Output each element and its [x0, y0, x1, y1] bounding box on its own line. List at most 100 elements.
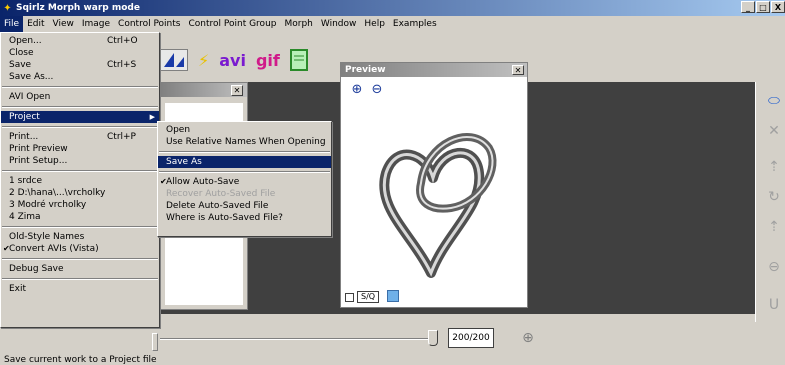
- move-point-tool-icon[interactable]: ⇡: [765, 218, 783, 236]
- menu-item-recent-4-label: 4 Zima: [9, 212, 41, 222]
- minus-tool-icon[interactable]: ⊖: [765, 258, 783, 276]
- submenu-item-open[interactable]: Open: [158, 124, 331, 136]
- submenu-item-allow-auto-save-label: Allow Auto-Save: [166, 177, 240, 187]
- preview-close-button[interactable]: ✕: [512, 65, 524, 75]
- menu-item-save-as-label: Save As...: [9, 72, 54, 82]
- menu-item-recent-2-label: 2 D:\hana\...\vrcholky: [9, 188, 106, 198]
- sparkle-icon[interactable]: ⚡: [198, 48, 209, 72]
- status-bar: Save current work to a Project file: [4, 355, 157, 365]
- menu-item-recent-3-label: 3 Modré vrcholky: [9, 200, 87, 210]
- zoom-out-icon[interactable]: ⊖: [369, 81, 385, 97]
- menu-item-avi-open-label: AVI Open: [9, 92, 51, 102]
- menu-item-print-setup[interactable]: Print Setup...: [1, 155, 159, 167]
- maximize-button[interactable]: □: [756, 1, 770, 13]
- menu-window[interactable]: Window: [317, 16, 361, 32]
- submenu-item-allow-auto-save[interactable]: ✔ Allow Auto-Save: [158, 176, 331, 188]
- menu-separator: [159, 171, 330, 173]
- menu-item-project[interactable]: Project ▶: [1, 111, 159, 123]
- menu-item-avi-open[interactable]: AVI Open: [1, 91, 159, 103]
- close-button[interactable]: X: [771, 1, 785, 13]
- app-icon: ✦: [3, 2, 12, 14]
- menu-separator: [2, 278, 158, 280]
- menu-item-save[interactable]: Save Ctrl+S: [1, 59, 159, 71]
- document-svg: [289, 49, 308, 71]
- menu-item-project-label: Project: [9, 112, 40, 122]
- menu-item-save-label: Save: [9, 60, 32, 70]
- menu-image[interactable]: Image: [78, 16, 114, 32]
- warp-triangle-icon[interactable]: [160, 48, 188, 72]
- submenu-item-where[interactable]: Where is Auto-Saved File?: [158, 212, 331, 224]
- menu-item-print-setup-label: Print Setup...: [9, 156, 68, 166]
- checkmark-icon: ✔: [3, 244, 10, 253]
- sq-toggle[interactable]: S/Q: [345, 291, 380, 303]
- sq-checkbox[interactable]: [345, 292, 354, 302]
- menu-separator: [2, 226, 158, 228]
- menu-view[interactable]: View: [49, 16, 78, 32]
- menu-item-recent-1[interactable]: 1 srdce: [1, 175, 159, 187]
- menu-item-old-style-names-label: Old-Style Names: [9, 232, 85, 242]
- heart-image: [379, 133, 497, 278]
- menu-item-debug-save[interactable]: Debug Save: [1, 263, 159, 275]
- frame-slider-track[interactable]: [160, 338, 438, 340]
- menu-control-point-group[interactable]: Control Point Group: [184, 16, 280, 32]
- right-tool-panel: ⬭ ✕ ⇡ ↻ ⇡ ⊖ U: [755, 82, 785, 322]
- menu-control-points[interactable]: Control Points: [114, 16, 184, 32]
- move-up-tool-icon[interactable]: ⇡: [765, 158, 783, 176]
- splitter-handle[interactable]: [152, 333, 158, 351]
- window-controls: _ □ X: [741, 1, 785, 13]
- frame-counter: 200/200: [448, 328, 494, 348]
- submenu-item-save-as[interactable]: Save As: [158, 156, 331, 168]
- menu-morph[interactable]: Morph: [281, 16, 317, 32]
- menu-separator: [159, 151, 330, 153]
- menu-item-open[interactable]: Open... Ctrl+O: [1, 35, 159, 47]
- zoom-in-icon[interactable]: ⊕: [349, 81, 365, 97]
- rotate-tool-icon[interactable]: ↻: [765, 188, 783, 206]
- document-icon[interactable]: [289, 48, 308, 72]
- avi-button[interactable]: avi: [219, 48, 246, 72]
- u-tool-icon[interactable]: U: [765, 296, 783, 314]
- submenu-item-relative-names[interactable]: Use Relative Names When Opening: [158, 136, 331, 148]
- copy-icon[interactable]: [387, 290, 399, 302]
- menu-separator: [2, 106, 158, 108]
- cross-tool-icon[interactable]: ✕: [765, 122, 783, 140]
- warp-triangle-svg: [160, 49, 188, 71]
- ellipse-tool-icon[interactable]: ⬭: [765, 92, 783, 110]
- toolbar: ⚡ avi gif: [160, 44, 308, 76]
- submenu-item-recover: Recover Auto-Saved File: [166, 189, 276, 199]
- window-title: Sqirlz Morph warp mode: [16, 3, 140, 13]
- menu-item-convert-avis[interactable]: ✔ Convert AVIs (Vista): [1, 243, 159, 255]
- minimize-button[interactable]: _: [741, 1, 755, 13]
- menu-item-open-shortcut: Ctrl+O: [107, 36, 138, 46]
- menu-item-old-style-names[interactable]: Old-Style Names: [1, 231, 159, 243]
- menu-item-print-preview[interactable]: Print Preview: [1, 143, 159, 155]
- frame-slider-thumb[interactable]: [428, 330, 438, 346]
- menu-item-recent-4[interactable]: 4 Zima: [1, 211, 159, 223]
- menu-item-print-shortcut: Ctrl+P: [107, 132, 136, 142]
- menu-item-open-label: Open...: [9, 36, 42, 46]
- menu-item-debug-save-label: Debug Save: [9, 264, 64, 274]
- menu-item-convert-avis-label: Convert AVIs (Vista): [9, 244, 99, 254]
- target-icon[interactable]: ⊕: [519, 329, 537, 347]
- menu-item-print-label: Print...: [9, 132, 39, 142]
- menu-item-save-as[interactable]: Save As...: [1, 71, 159, 83]
- menu-item-recent-3[interactable]: 3 Modré vrcholky: [1, 199, 159, 211]
- submenu-item-delete[interactable]: Delete Auto-Saved File: [158, 200, 331, 212]
- menu-separator: [2, 170, 158, 172]
- menu-item-recent-2[interactable]: 2 D:\hana\...\vrcholky: [1, 187, 159, 199]
- image-window-close-button[interactable]: ✕: [231, 85, 243, 96]
- menu-help[interactable]: Help: [360, 16, 389, 32]
- menu-edit[interactable]: Edit: [23, 16, 48, 32]
- menu-item-print[interactable]: Print... Ctrl+P: [1, 131, 159, 143]
- gif-button[interactable]: gif: [256, 48, 280, 72]
- menu-item-close[interactable]: Close: [1, 47, 159, 59]
- menu-examples[interactable]: Examples: [389, 16, 441, 32]
- project-submenu: Open Use Relative Names When Opening Sav…: [157, 121, 332, 237]
- menu-item-exit[interactable]: Exit: [1, 283, 159, 295]
- menu-item-exit-label: Exit: [9, 284, 27, 294]
- preview-title: Preview: [341, 63, 527, 77]
- menu-item-print-preview-label: Print Preview: [9, 144, 68, 154]
- menu-file[interactable]: File: [0, 16, 24, 32]
- menu-separator: [2, 258, 158, 260]
- menu-item-recent-1-label: 1 srdce: [9, 176, 43, 186]
- sq-label: S/Q: [357, 291, 380, 303]
